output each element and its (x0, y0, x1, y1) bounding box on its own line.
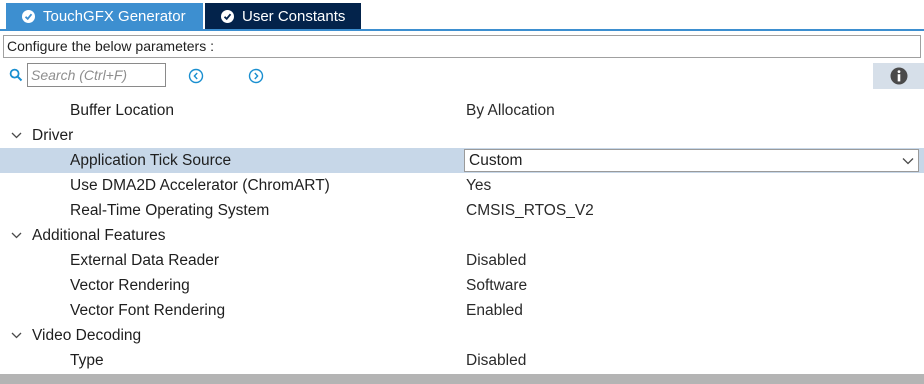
search-input[interactable] (27, 63, 166, 87)
property-label: Use DMA2D Accelerator (ChromART) (70, 177, 330, 194)
property-value: CMSIS_RTOS_V2 (466, 202, 594, 219)
tab-label: User Constants (242, 7, 346, 25)
property-value: By Allocation (466, 102, 555, 119)
property-label: Real-Time Operating System (70, 202, 270, 219)
tab-user-constants[interactable]: User Constants (205, 3, 361, 29)
configure-label: Configure the below parameters : (3, 35, 921, 58)
check-circle-icon (22, 9, 35, 23)
property-value: Disabled (466, 352, 527, 369)
property-value: Software (466, 277, 528, 294)
property-label: Vector Font Rendering (70, 302, 226, 319)
property-value: Disabled (466, 252, 527, 269)
property-label: Buffer Location (70, 102, 174, 119)
property-label: Vector Rendering (70, 277, 190, 294)
touchgfx-config-panel: TouchGFX Generator User Constants Config… (0, 0, 924, 384)
property-value: Yes (466, 177, 492, 194)
check-circle-icon (221, 9, 234, 23)
tree-row[interactable]: Real-Time Operating System CMSIS_RTOS_V2 (0, 198, 924, 223)
info-icon (890, 67, 908, 85)
search-icon[interactable] (9, 68, 23, 82)
info-button[interactable] (873, 63, 924, 89)
tab-bar: TouchGFX Generator User Constants (0, 0, 924, 31)
tree-row[interactable]: Vector Font Rendering Enabled (0, 298, 924, 323)
property-value: Enabled (466, 302, 523, 319)
circle-chevron-right-icon[interactable] (248, 68, 264, 84)
tab-label: TouchGFX Generator (43, 7, 186, 25)
tree-row[interactable]: External Data Reader Disabled (0, 248, 924, 273)
tab-underline (0, 29, 924, 31)
chevron-down-icon[interactable] (10, 229, 23, 242)
property-label: External Data Reader (70, 252, 220, 269)
tree-group-additional-features[interactable]: Additional Features (0, 223, 924, 248)
tree-row[interactable]: Vector Rendering Software (0, 273, 924, 298)
tree-row[interactable]: Use DMA2D Accelerator (ChromART) Yes (0, 173, 924, 198)
select-value: Custom (469, 152, 523, 169)
tree-row[interactable]: Type Disabled (0, 348, 924, 373)
group-label: Additional Features (32, 227, 166, 244)
group-label: Driver (32, 127, 74, 144)
application-tick-source-select[interactable]: Custom (464, 149, 919, 172)
chevron-down-icon[interactable] (901, 154, 915, 168)
chevron-down-icon[interactable] (10, 129, 23, 142)
tree-group-video-decoding[interactable]: Video Decoding (0, 323, 924, 348)
tree-group-driver[interactable]: Driver (0, 123, 924, 148)
tree-row[interactable]: Buffer Location By Allocation (0, 98, 924, 123)
chevron-down-icon[interactable] (10, 329, 23, 342)
horizontal-scrollbar[interactable] (0, 374, 924, 384)
tab-touchgfx-generator[interactable]: TouchGFX Generator (6, 3, 203, 29)
property-label: Type (70, 352, 104, 369)
circle-chevron-left-icon[interactable] (188, 68, 204, 84)
tree-row-selected[interactable]: Application Tick Source Custom (0, 148, 924, 173)
group-label: Video Decoding (32, 327, 142, 344)
parameter-tree: Buffer Location By Allocation Driver App… (0, 98, 924, 373)
search-row (0, 62, 924, 92)
property-label: Application Tick Source (70, 152, 232, 169)
